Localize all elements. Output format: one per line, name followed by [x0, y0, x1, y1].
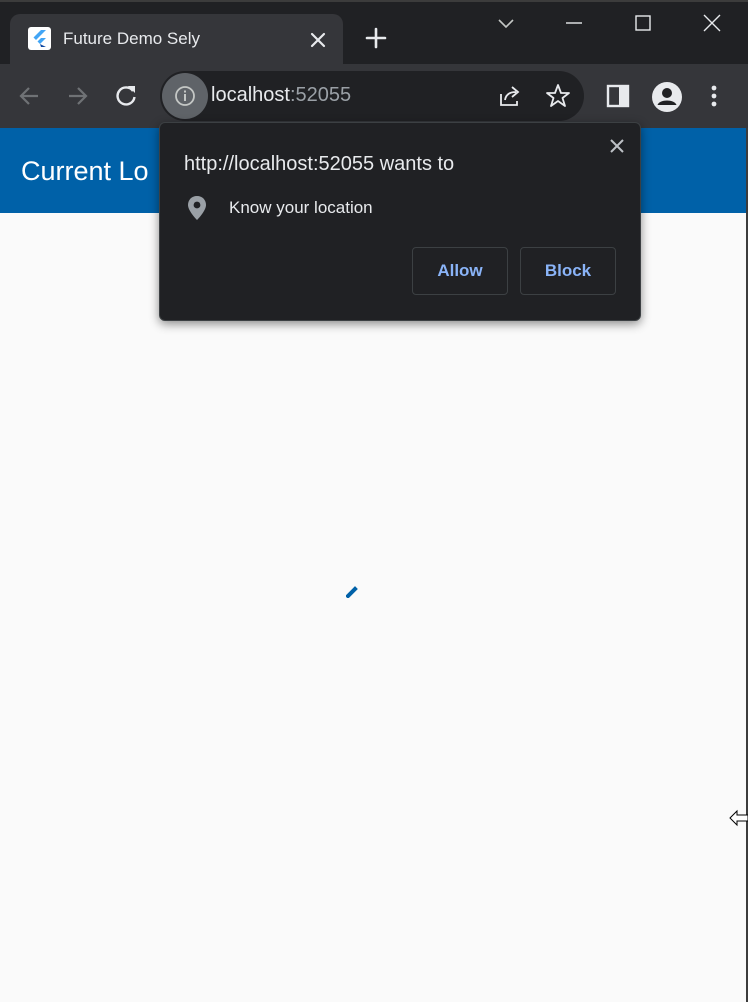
page-title: Current Lo [21, 156, 149, 186]
allow-button[interactable]: Allow [412, 247, 508, 295]
permission-dialog-title: http://localhost:52055 wants to [184, 153, 455, 175]
address-bar[interactable]: localhost:52055 [160, 71, 584, 121]
site-info-button[interactable] [162, 73, 208, 119]
location-permission-dialog: http://localhost:52055 wants to Know you… [159, 122, 641, 321]
share-icon[interactable] [496, 82, 524, 110]
menu-kebab-icon[interactable] [700, 82, 728, 110]
browser-toolbar: localhost:52055 [0, 64, 748, 128]
loading-spinner-icon [346, 586, 358, 598]
info-icon [175, 86, 195, 106]
url-text[interactable]: localhost:52055 [211, 84, 351, 107]
bookmark-star-icon[interactable] [544, 82, 572, 110]
maximize-icon[interactable] [632, 12, 654, 34]
resize-cursor-icon [729, 809, 748, 827]
location-pin-icon [188, 196, 206, 220]
permission-description: Know your location [229, 198, 373, 217]
new-tab-icon[interactable] [362, 24, 390, 52]
forward-arrow-icon[interactable] [63, 82, 91, 110]
back-arrow-icon[interactable] [16, 82, 44, 110]
close-tab-icon[interactable] [306, 28, 330, 52]
window-border [0, 0, 748, 2]
close-dialog-icon[interactable] [606, 135, 628, 157]
block-button[interactable]: Block [520, 247, 616, 295]
url-host: localhost [211, 84, 290, 106]
close-window-icon[interactable] [701, 12, 723, 34]
tab-search-chevron-icon[interactable] [495, 12, 517, 34]
profile-avatar-icon[interactable] [651, 81, 683, 113]
side-panel-icon[interactable] [604, 82, 632, 110]
browser-tab[interactable]: Future Demo Sely [10, 14, 343, 64]
url-port: :52055 [289, 84, 352, 106]
minimize-icon[interactable] [563, 12, 585, 34]
tab-title: Future Demo Sely [63, 29, 200, 48]
flutter-logo-icon [28, 27, 51, 50]
browser-tab-strip: Future Demo Sely [0, 0, 748, 64]
reload-icon[interactable] [112, 82, 140, 110]
